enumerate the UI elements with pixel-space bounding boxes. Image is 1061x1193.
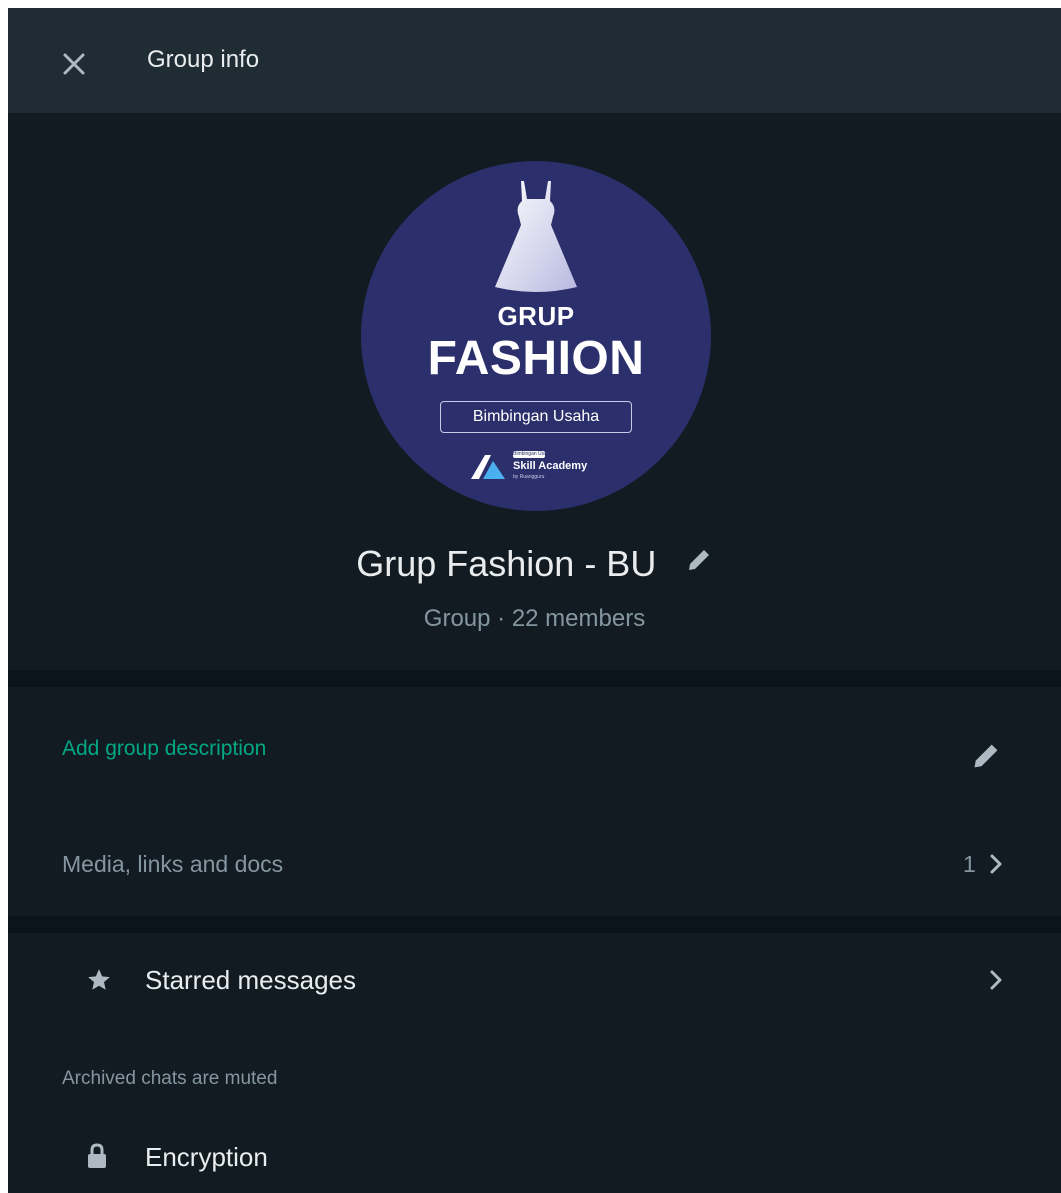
header: Group info (8, 8, 1061, 113)
media-label: Media, links and docs (62, 851, 284, 877)
profile-section: GRUP FASHION Bimbingan Usaha Bimbingan U… (8, 113, 1061, 670)
avatar-text-grup: GRUP (497, 301, 575, 331)
pencil-icon (688, 550, 709, 570)
group-members-count: Group · 22 members (423, 605, 646, 632)
skill-academy-logo-icon (471, 455, 505, 479)
avatar-brand-sub: by Ruangguru (513, 474, 545, 480)
close-icon (63, 53, 85, 75)
edit-name-button[interactable] (685, 546, 713, 574)
avatar-tag: Bimbingan Usaha (440, 401, 632, 433)
star-icon (88, 969, 110, 990)
chevron-right-icon (990, 970, 1002, 990)
lock-icon (88, 1143, 106, 1168)
avatar-brand: Skill Academy (513, 460, 588, 472)
starred-messages-label: Starred messages (145, 965, 356, 995)
group-info-panel: Group info GRUP FASHION Bimbingan Usaha … (8, 8, 1061, 1193)
actions-section: Starred messages Archived chats are mute… (8, 933, 1061, 1193)
starred-messages-row[interactable]: Starred messages (8, 953, 1061, 1013)
edit-description-button[interactable] (970, 740, 1002, 772)
avatar-text-fashion: FASHION (427, 332, 645, 385)
close-button[interactable] (60, 50, 88, 78)
header-title: Group info (147, 46, 260, 73)
avatar-brand-top: Bimbingan Usaha (513, 451, 545, 458)
encryption-label: Encryption (145, 1142, 268, 1172)
pencil-icon (974, 744, 998, 768)
add-description-link[interactable]: Add group description (62, 737, 266, 761)
dress-icon (495, 181, 577, 292)
media-count: 1 (963, 851, 976, 877)
chevron-right-icon (990, 854, 1002, 874)
media-links-docs-row[interactable]: Media, links and docs 1 (8, 827, 1061, 897)
group-avatar[interactable]: GRUP FASHION Bimbingan Usaha Bimbingan U… (361, 161, 711, 511)
description-section: Add group description Media, links and d… (8, 687, 1061, 916)
archived-chats-note: Archived chats are muted (62, 1068, 278, 1089)
group-name-row: Grup Fashion - BU (8, 543, 1061, 585)
group-name: Grup Fashion - BU (356, 543, 657, 584)
encryption-row[interactable]: Encryption (8, 1128, 1061, 1188)
